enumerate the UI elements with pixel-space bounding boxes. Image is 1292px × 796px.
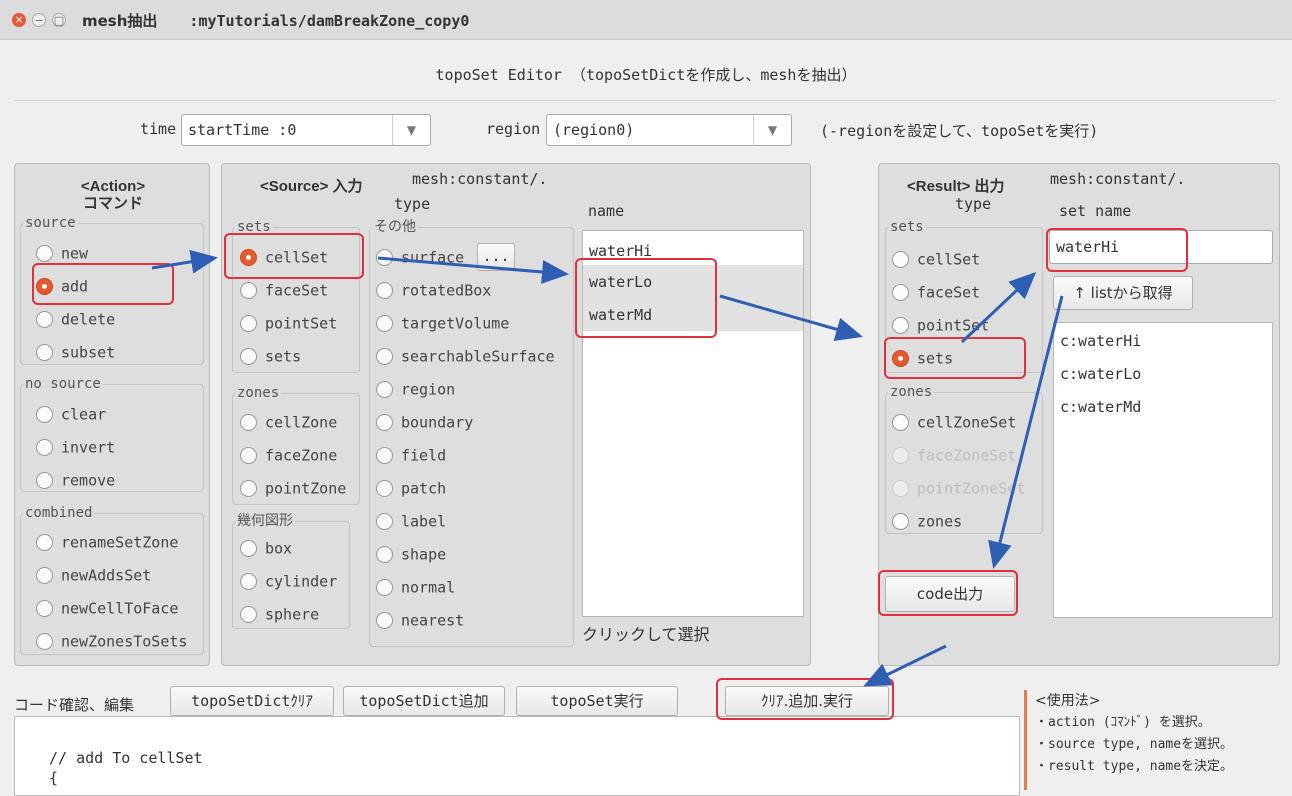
annotation-arrows [151, 249, 1064, 687]
